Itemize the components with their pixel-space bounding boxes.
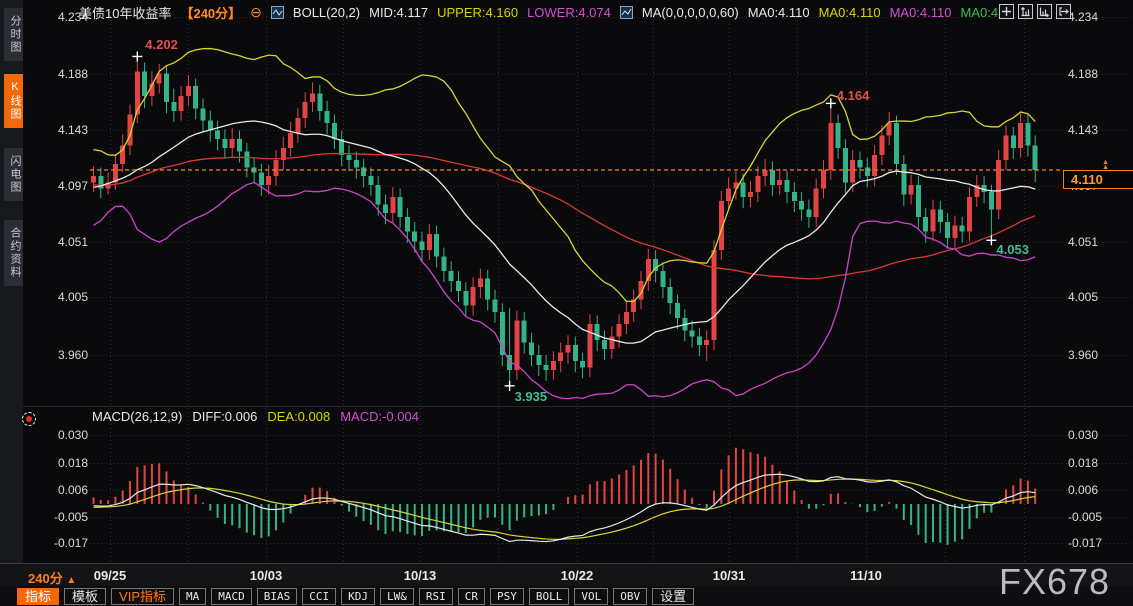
toolbar-item-psy[interactable]: PSY (490, 588, 524, 605)
macd-macd-value: MACD:-0.004 (340, 409, 419, 424)
date-label: 10/13 (404, 568, 437, 583)
instrument-title: 美债10年收益率 (79, 3, 171, 22)
macd-axis-label: -0.017 (28, 537, 88, 549)
time-axis[interactable]: 240分 ▲ 09/25 10/03 10/13 10/22 10/31 11/10 (0, 563, 1133, 587)
boll-upper-value: UPPER:4.160 (437, 5, 518, 20)
toolbar-item-vol[interactable]: VOL (574, 588, 608, 605)
price-annotation: 4.053 (996, 242, 1029, 257)
sidebar-item-kline-chart[interactable]: K线图 (4, 74, 23, 128)
macd-axis-label: 0.006 (1068, 484, 1128, 496)
chart-legend: 美债10年收益率 【240分】 ⊖ BOLL(20,2) MID:4.117 U… (79, 3, 1009, 21)
boll-label: BOLL(20,2) (293, 5, 360, 20)
current-price-box: 4.110 (1063, 170, 1133, 189)
indicator-toolbar: 指标模板 VIP指标 MA MACD BIASCCI KDJ LW&RSI CR PSY BOLL… (0, 586, 1133, 606)
interval-arrow-icon: ▲ (66, 575, 76, 586)
price-marker-icon[interactable]: ▲▲ (1102, 160, 1109, 170)
price-axis-label: 4.005 (1068, 291, 1128, 303)
macd-diff-value: DIFF:0.006 (192, 409, 257, 424)
date-label: 11/10 (850, 568, 882, 583)
collapse-indicator-icon[interactable]: ⊖ (250, 6, 262, 18)
price-axis-label: 4.234 (1068, 11, 1128, 23)
boll-indicator-icon[interactable] (271, 6, 284, 19)
toolbar-item-ma[interactable]: MA (179, 588, 206, 605)
chart-toolbar-icons (999, 4, 1071, 19)
sidebar: 分时图 K线图闪电图合约资料 (0, 0, 23, 563)
pan-icon[interactable] (999, 4, 1014, 19)
macd-axis-label: 0.030 (28, 429, 88, 441)
date-label: 10/31 (713, 568, 746, 583)
date-label: 10/03 (250, 568, 283, 583)
macd-axis-label: -0.005 (28, 511, 88, 523)
ma-indicator-icon[interactable] (620, 6, 633, 19)
date-label: 10/22 (561, 568, 594, 583)
toolbar-item-obv[interactable]: OBV (613, 588, 647, 605)
sidebar-item-contract-info[interactable]: 合约资料 (4, 220, 23, 286)
macd-dea-value: DEA:0.008 (267, 409, 330, 424)
panel-divider (23, 406, 1133, 407)
macd-alert-icon[interactable] (22, 412, 36, 426)
sidebar-item-time-share-chart[interactable]: 分时图 (4, 8, 23, 61)
price-axis-label: 3.960 (1068, 349, 1128, 361)
interval-label[interactable]: 240分 ▲ (28, 568, 76, 587)
macd-legend: MACD(26,12,9) DIFF:0.006 DEA:0.008 MACD:… (92, 408, 419, 424)
macd-axis-label: 0.018 (1068, 457, 1128, 469)
toolbar-item-settings[interactable]: 设置 (652, 588, 694, 605)
ma-value: MA0:4.110 (748, 5, 810, 20)
ma-value: MA0:4.110 (819, 5, 881, 20)
scale-horizontal-icon[interactable] (1037, 4, 1052, 19)
price-axis-label: 4.188 (28, 68, 88, 80)
toolbar-item-kdj[interactable]: KDJ (341, 588, 375, 605)
macd-axis-label: -0.017 (1068, 537, 1128, 549)
ma-value: MA0:4.110 (890, 5, 952, 20)
brand-watermark: FX678 (999, 561, 1110, 603)
price-axis-label: 4.188 (1068, 68, 1128, 80)
macd-axis-label: 0.018 (28, 457, 88, 469)
sidebar-item-flash-chart[interactable]: 闪电图 (4, 148, 23, 201)
toolbar-item-rsi[interactable]: RSI (419, 588, 453, 605)
toolbar-item-boll[interactable]: BOLL (529, 588, 570, 605)
interval-tag: 【240分】 (180, 3, 241, 22)
price-annotation: 4.164 (837, 88, 870, 103)
macd-axis-label: 0.006 (28, 484, 88, 496)
macd-axis-label: 0.030 (1068, 429, 1128, 441)
price-axis-label: 3.960 (28, 349, 88, 361)
toolbar-item-vip-indicator[interactable]: VIP指标 (111, 588, 174, 605)
macd-label: MACD(26,12,9) (92, 409, 182, 424)
price-axis-label: 4.005 (28, 291, 88, 303)
pop-out-icon[interactable] (1056, 4, 1071, 19)
price-axis-label: 4.051 (28, 236, 88, 248)
toolbar-item-bias[interactable]: BIAS (257, 588, 298, 605)
chart-canvas[interactable] (0, 0, 1133, 606)
price-axis-label: 4.097 (28, 180, 88, 192)
ma-label: MA(0,0,0,0,0,60) (642, 5, 739, 20)
boll-lower-value: LOWER:4.074 (527, 5, 611, 20)
macd-axis-label: -0.005 (1068, 511, 1128, 523)
ma-values: MA0:4.110MA0:4.110MA0:4.110MA0:4.1 (748, 5, 1009, 20)
scale-vertical-icon[interactable] (1018, 4, 1033, 19)
toolbar-item-indicator[interactable]: 指标 (17, 588, 59, 605)
boll-mid-value: MID:4.117 (369, 5, 428, 20)
trading-app: 分时图 K线图闪电图合约资料 美债10年收益率 【240分】 ⊖ BOLL(20,… (0, 0, 1133, 606)
toolbar-item-macd[interactable]: MACD (211, 588, 252, 605)
price-annotation: 3.935 (515, 389, 548, 404)
toolbar-item-cci[interactable]: CCI (302, 588, 336, 605)
price-annotation: 4.202 (145, 37, 178, 52)
toolbar-item-lw[interactable]: LW& (380, 588, 414, 605)
date-label: 09/25 (94, 568, 127, 583)
toolbar-item-cr[interactable]: CR (458, 588, 485, 605)
price-axis-label: 4.143 (28, 124, 88, 136)
price-axis-label: 4.143 (1068, 124, 1128, 136)
toolbar-item-template[interactable]: 模板 (64, 588, 106, 605)
price-axis-label: 4.051 (1068, 236, 1128, 248)
